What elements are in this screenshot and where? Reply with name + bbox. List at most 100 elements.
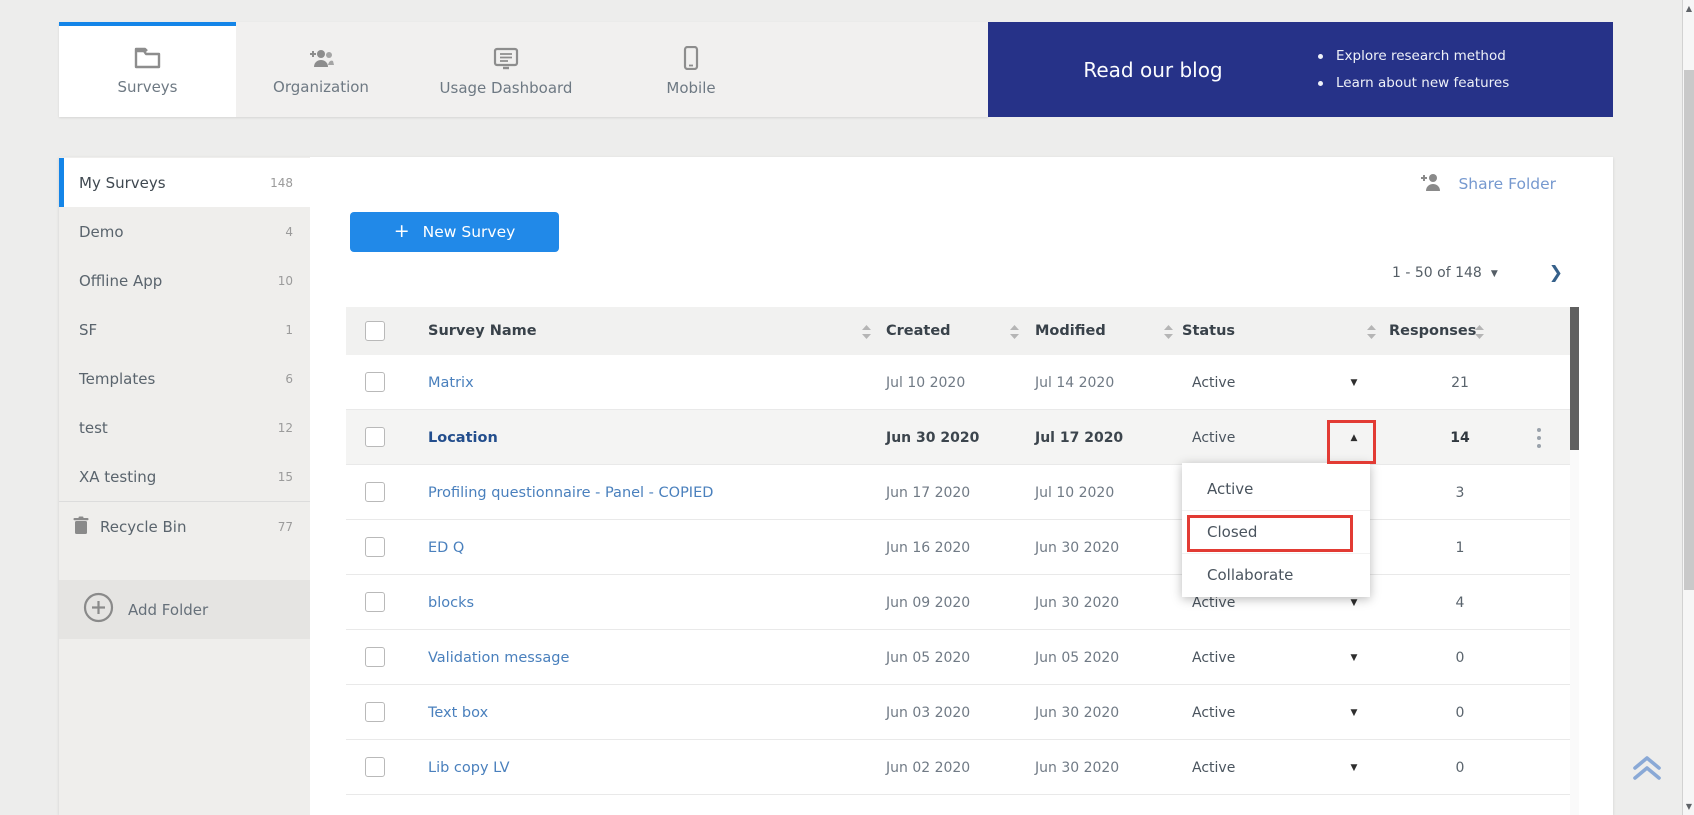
share-folder-button[interactable]: Share Folder [1419,172,1556,196]
table-row[interactable]: Validation message Jun 05 2020 Jun 05 20… [346,630,1570,685]
table-row[interactable]: Location Jun 30 2020 Jul 17 2020 Active … [346,410,1570,465]
row-checkbox[interactable] [365,592,385,612]
table-row[interactable]: Matrix Jul 10 2020 Jul 14 2020 Active ▼ … [346,355,1570,410]
pagination-dropdown-icon[interactable]: ▼ [1491,269,1498,279]
status-dropdown-caret-icon[interactable]: ▲ [1342,410,1366,465]
select-all-checkbox[interactable] [365,321,385,341]
sidebar-folder-item[interactable]: test 12 [59,403,310,452]
sidebar-folder-item[interactable]: XA testing 15 [59,452,310,501]
table-scrollbar-thumb[interactable] [1570,307,1579,450]
sort-icon[interactable] [1164,324,1173,338]
row-checkbox[interactable] [365,757,385,777]
survey-name-link[interactable]: Validation message [428,630,569,685]
top-navigation: Surveys Organization Usage Dashboard Mob… [59,22,988,117]
status-option[interactable]: Collaborate [1182,554,1370,596]
sidebar-folder-item[interactable]: My Surveys 148 [59,158,310,207]
header-modified[interactable]: Modified [1035,307,1106,355]
sort-icon[interactable] [1475,324,1484,338]
created-date: Jun 30 2020 [886,410,979,465]
row-menu-icon[interactable] [1529,410,1549,465]
survey-name-link[interactable]: Matrix [428,355,474,410]
row-checkbox[interactable] [365,537,385,557]
table-row[interactable]: blocks Jun 09 2020 Jun 30 2020 Active ▼ … [346,575,1570,630]
created-date: Jun 09 2020 [886,575,970,630]
tab-mobile[interactable]: Mobile [606,22,776,117]
responses-count: 0 [1420,740,1500,795]
survey-name-link[interactable]: Profiling questionnaire - Panel - COPIED [428,465,713,520]
header-survey-name[interactable]: Survey Name [428,307,537,355]
blog-banner[interactable]: Read our blog Explore research method Le… [988,22,1613,117]
header-responses[interactable]: Responses [1389,307,1476,355]
scroll-to-top-icon[interactable] [1629,752,1665,788]
status-option[interactable]: Closed [1182,511,1370,554]
sort-icon[interactable] [1010,324,1019,338]
banner-bullet-list: Explore research method Learn about new … [1318,48,1509,91]
status-dropdown-caret-icon[interactable]: ▼ [1342,740,1366,795]
survey-name-link[interactable]: Text box [428,685,488,740]
tab-surveys[interactable]: Surveys [59,22,236,117]
tab-usage-dashboard[interactable]: Usage Dashboard [406,22,606,117]
folder-count: 10 [278,274,293,288]
page-scrollbar[interactable]: ▲ ▼ [1682,0,1694,815]
row-checkbox[interactable] [365,427,385,447]
header-created[interactable]: Created [886,307,951,355]
trash-icon [73,516,89,538]
sidebar-folder-item[interactable]: Demo 4 [59,207,310,256]
status-dropdown-caret-icon[interactable]: ▼ [1342,685,1366,740]
folder-count: 6 [285,372,293,386]
recycle-bin-count: 77 [278,520,293,534]
modified-date: Jun 30 2020 [1035,685,1119,740]
scrollbar-up-arrow[interactable]: ▲ [1683,4,1694,13]
modified-date: Jun 30 2020 [1035,575,1119,630]
new-survey-button[interactable]: + New Survey [350,212,559,252]
folder-count: 4 [285,225,293,239]
survey-name-link[interactable]: Location [428,410,498,465]
status-dropdown-menu: Active Closed Collaborate [1182,463,1370,597]
bullet-dot-icon [1318,81,1323,86]
banner-title[interactable]: Read our blog [988,58,1318,82]
sidebar-item-recycle-bin[interactable]: Recycle Bin 77 [59,502,310,551]
sort-icon[interactable] [1367,324,1376,338]
folder-label: My Surveys [79,174,270,192]
folder-count: 148 [270,176,293,190]
sidebar-folder-item[interactable]: SF 1 [59,305,310,354]
pagination-next-icon[interactable]: ❯ [1549,263,1563,283]
row-checkbox[interactable] [365,482,385,502]
table-row[interactable]: ED Q Jun 16 2020 Jun 30 2020 Active ▼ 1 [346,520,1570,575]
header-status[interactable]: Status [1182,307,1235,355]
survey-name-link[interactable]: blocks [428,575,474,630]
row-checkbox[interactable] [365,702,385,722]
survey-name-link[interactable]: Lib copy LV [428,740,510,795]
table-row[interactable]: Lib copy LV Jun 02 2020 Jun 30 2020 Acti… [346,740,1570,795]
survey-list-pane: Share Folder + New Survey 1 - 50 of 148 … [310,157,1613,815]
sort-icon[interactable] [862,324,871,338]
survey-name-link[interactable]: ED Q [428,520,464,575]
table-row[interactable]: Text box Jun 03 2020 Jun 30 2020 Active … [346,685,1570,740]
status-value: Active [1192,740,1235,795]
row-checkbox[interactable] [365,372,385,392]
status-dropdown-caret-icon[interactable]: ▼ [1342,630,1366,685]
scrollbar-thumb[interactable] [1684,70,1694,590]
scrollbar-down-arrow[interactable]: ▼ [1683,802,1694,811]
status-option[interactable]: Active [1182,468,1370,511]
folder-label: test [79,419,278,437]
tab-organization[interactable]: Organization [236,22,406,117]
sidebar-folder-item[interactable]: Templates 6 [59,354,310,403]
add-folder-button[interactable]: Add Folder [59,580,310,639]
responses-count: 4 [1420,575,1500,630]
modified-date: Jun 05 2020 [1035,630,1119,685]
responses-count: 1 [1420,520,1500,575]
sidebar-folder-item[interactable]: Offline App 10 [59,256,310,305]
status-value: Active [1192,410,1235,465]
table-row[interactable]: Profiling questionnaire - Panel - COPIED… [346,465,1570,520]
status-dropdown-caret-icon[interactable]: ▼ [1342,355,1366,410]
modified-date: Jun 30 2020 [1035,740,1119,795]
folder-label: SF [79,321,285,339]
folder-label: Templates [79,370,285,388]
dashboard-icon [492,47,520,70]
plus-icon: + [394,220,410,242]
row-checkbox[interactable] [365,647,385,667]
add-folder-label: Add Folder [128,601,208,619]
banner-bullet: Learn about new features [1318,75,1509,91]
folder-sidebar: My Surveys 148 Demo 4 Offline App 10 SF … [59,157,310,815]
